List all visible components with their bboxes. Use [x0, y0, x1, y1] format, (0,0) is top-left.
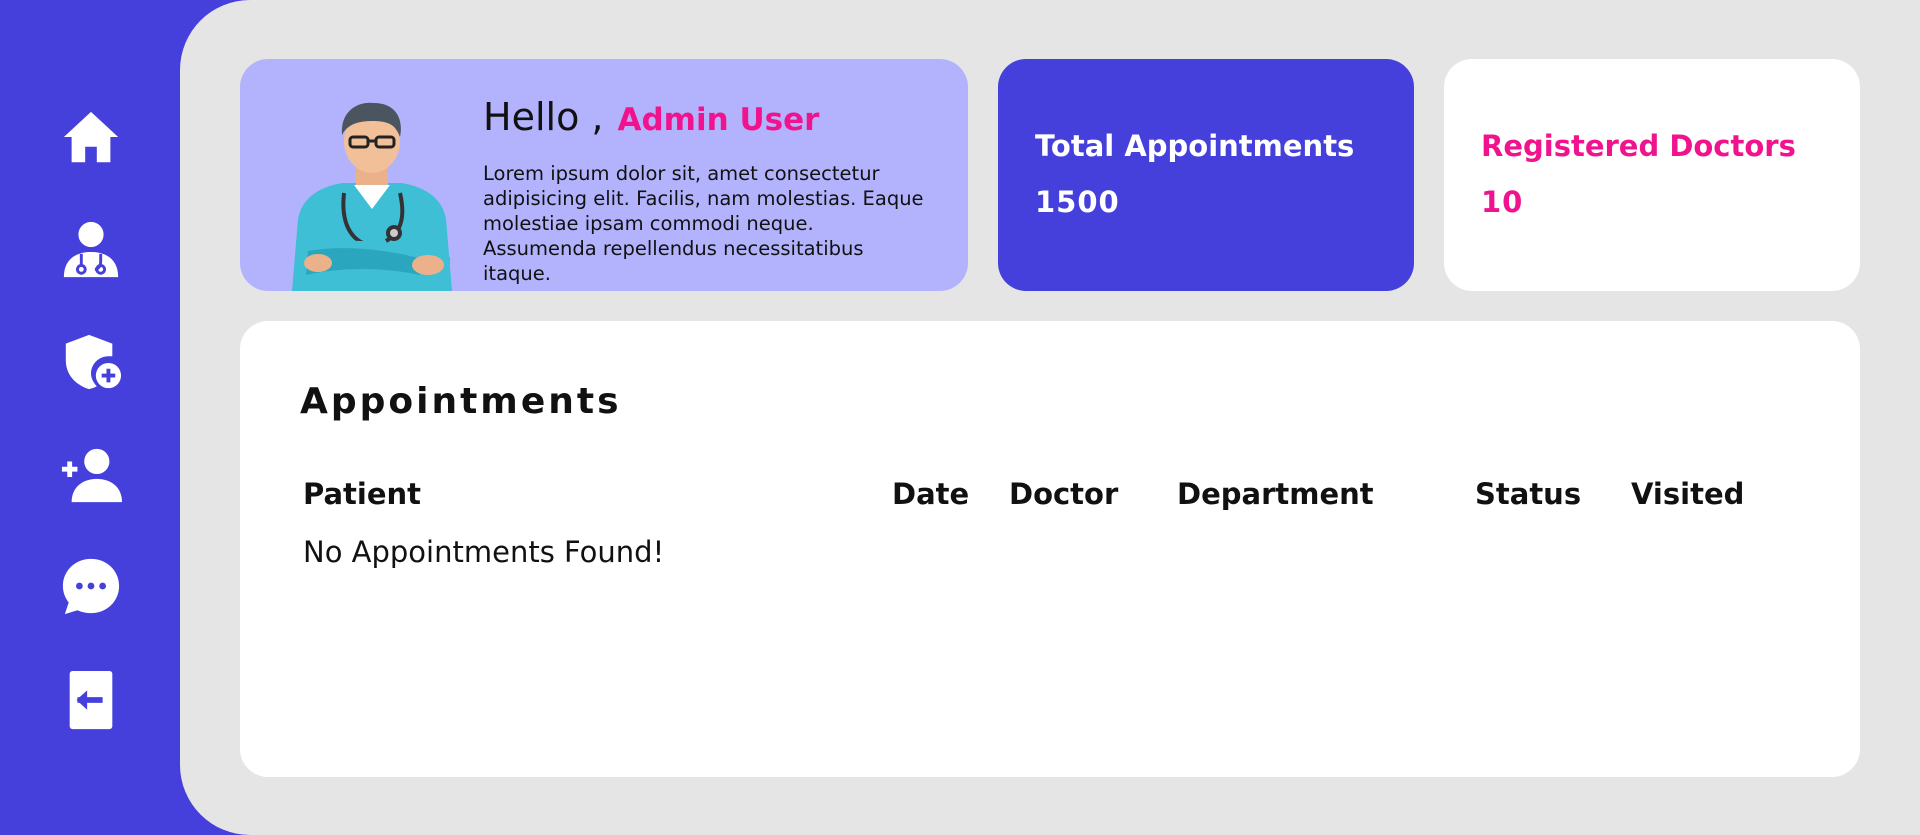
nav-add-user[interactable]: [58, 442, 124, 508]
nav-home[interactable]: [58, 104, 124, 170]
column-header-doctor: Doctor: [1009, 477, 1119, 511]
column-header-patient: Patient: [303, 477, 422, 511]
registered-doctors-card: Registered Doctors 10: [1444, 59, 1860, 291]
nav-doctors[interactable]: [58, 217, 124, 283]
appointments-panel: Appointments Patient Date Doctor Departm…: [240, 321, 1860, 777]
column-header-status: Status: [1475, 477, 1582, 511]
greeting-line: Hello , Admin User: [483, 95, 819, 139]
doctor-icon: [63, 221, 119, 278]
greeting-text: Hello ,: [483, 95, 604, 139]
column-header-date: Date: [892, 477, 970, 511]
appointments-title: Appointments: [300, 381, 622, 422]
nav-logout[interactable]: [58, 667, 124, 733]
add-user-icon: [61, 448, 122, 503]
empty-appointments-message: No Appointments Found!: [303, 535, 665, 569]
registered-doctors-label: Registered Doctors: [1481, 129, 1796, 163]
logout-icon: [69, 670, 113, 730]
registered-doctors-value: 10: [1481, 185, 1524, 219]
main-content: Hello , Admin User Lorem ipsum dolor sit…: [180, 0, 1920, 835]
doctor-illustration: [292, 102, 452, 291]
intro-text: Lorem ipsum dolor sit, amet consectetur …: [483, 162, 924, 285]
home-icon: [63, 111, 119, 163]
shield-plus-icon: [65, 334, 122, 390]
user-name: Admin User: [617, 102, 820, 138]
chat-icon: [62, 558, 120, 615]
total-appointments-card: Total Appointments 1500: [998, 59, 1414, 291]
column-header-visited: Visited: [1631, 477, 1745, 511]
nav-add-department[interactable]: [58, 329, 124, 395]
column-header-department: Department: [1177, 477, 1374, 511]
sidebar: [0, 0, 180, 835]
welcome-card: Hello , Admin User Lorem ipsum dolor sit…: [240, 59, 968, 291]
total-appointments-value: 1500: [1035, 185, 1120, 219]
total-appointments-label: Total Appointments: [1035, 129, 1355, 163]
nav-messages[interactable]: [58, 554, 124, 620]
